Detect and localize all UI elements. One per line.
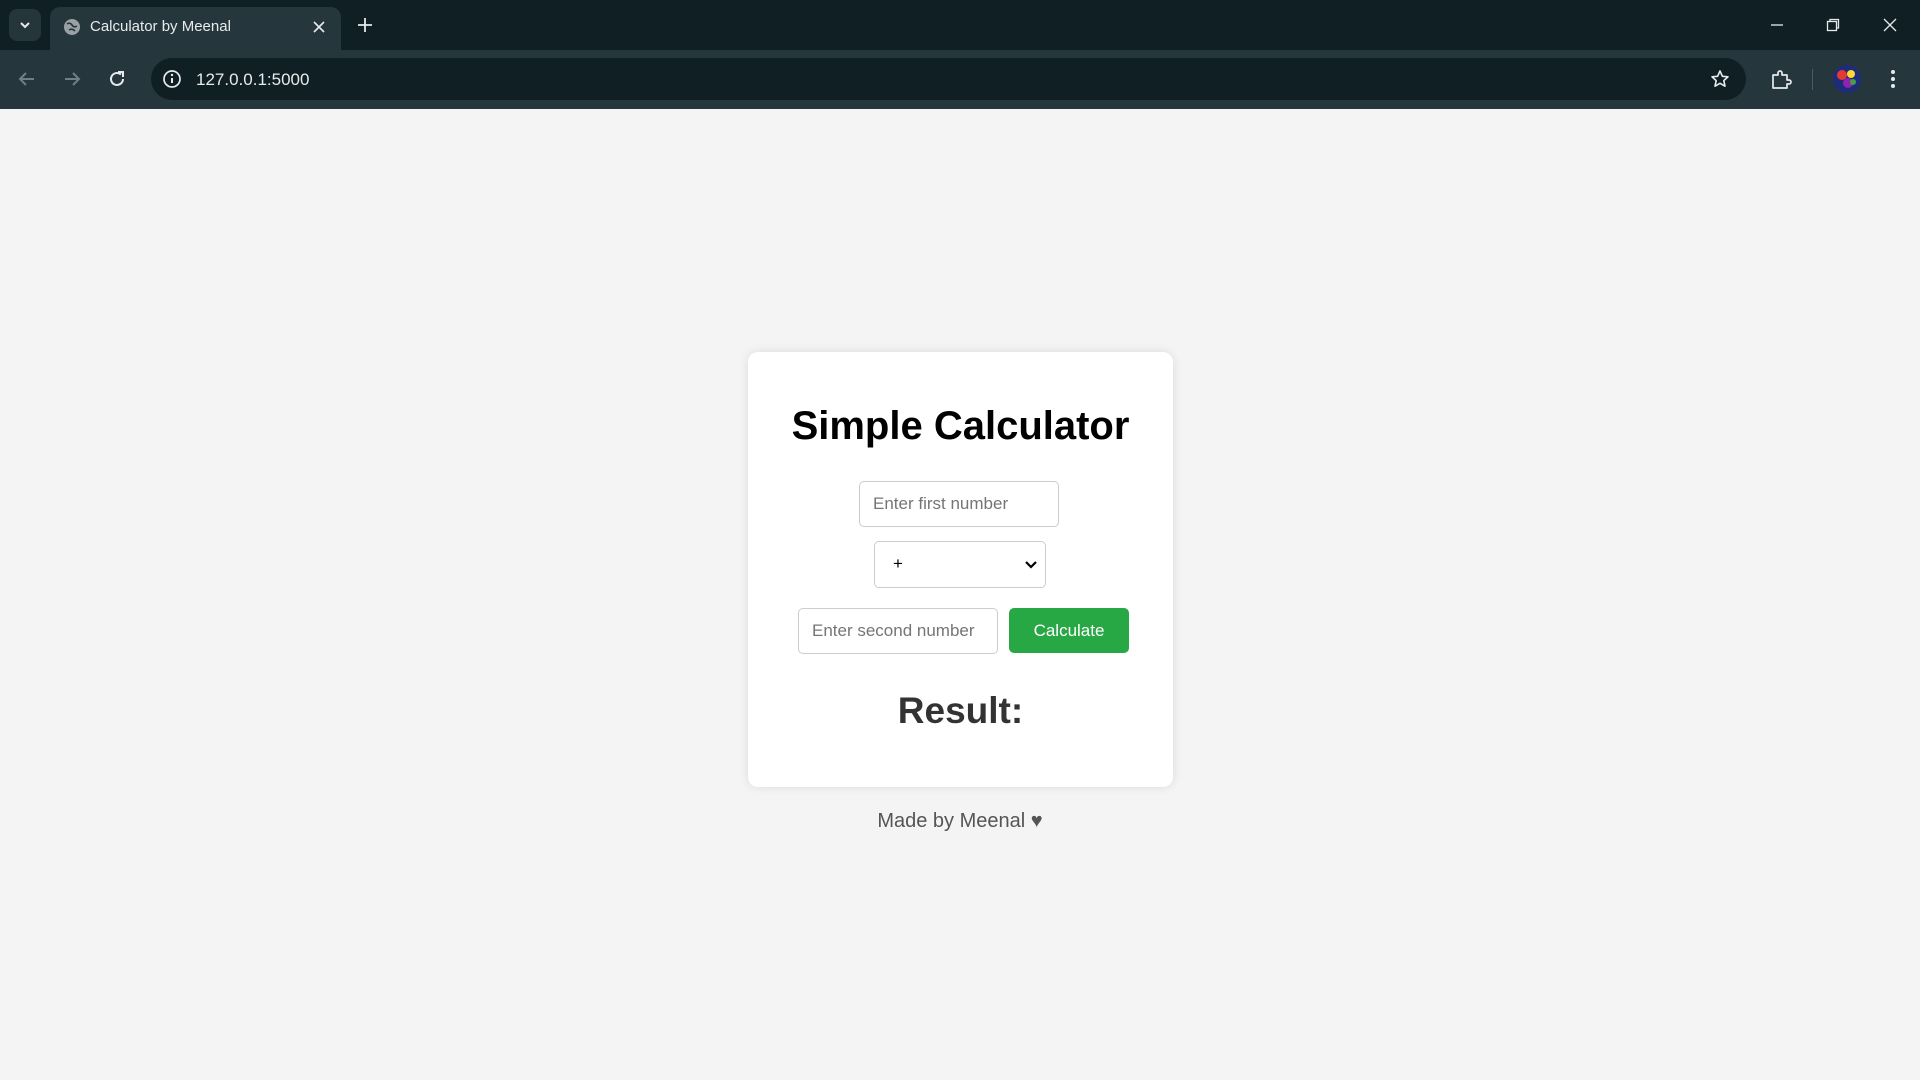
arrow-right-icon bbox=[65, 72, 81, 86]
puzzle-icon bbox=[1772, 70, 1792, 89]
reload-button[interactable] bbox=[102, 64, 132, 94]
close-icon bbox=[313, 21, 325, 33]
bookmark-star-icon[interactable] bbox=[1708, 67, 1732, 91]
minimize-button[interactable] bbox=[1757, 8, 1797, 42]
profile-avatar[interactable] bbox=[1833, 65, 1861, 93]
arrow-left-icon bbox=[18, 72, 34, 86]
tab-search-button[interactable] bbox=[9, 9, 41, 41]
restore-icon bbox=[1826, 18, 1840, 32]
chevron-down-icon bbox=[20, 22, 30, 29]
close-icon bbox=[1883, 18, 1897, 32]
footer-credit: Made by Meenal ♥ bbox=[877, 810, 1043, 832]
extensions-button[interactable] bbox=[1766, 64, 1796, 94]
tab-bar: Calculator by Meenal bbox=[0, 0, 1920, 50]
plus-icon bbox=[358, 18, 372, 32]
restore-button[interactable] bbox=[1813, 8, 1853, 42]
menu-button[interactable] bbox=[1878, 64, 1908, 94]
calculate-button[interactable]: Calculate bbox=[1009, 608, 1129, 653]
browser-tab[interactable]: Calculator by Meenal bbox=[50, 7, 341, 50]
second-number-input[interactable] bbox=[798, 608, 998, 654]
address-bar[interactable]: 127.0.0.1:5000 bbox=[151, 58, 1746, 100]
result-label: Result: bbox=[897, 690, 1024, 731]
browser-toolbar: 127.0.0.1:5000 bbox=[0, 50, 1920, 109]
tab-title: Calculator by Meenal bbox=[90, 18, 231, 35]
operation-select[interactable]: + bbox=[874, 541, 1046, 588]
page-title: Simple Calculator bbox=[791, 404, 1130, 448]
operation-selected-value: + bbox=[893, 554, 903, 573]
first-number-input[interactable] bbox=[859, 481, 1059, 527]
back-button[interactable] bbox=[12, 64, 42, 94]
tab-close-button[interactable] bbox=[309, 17, 329, 37]
minimize-icon bbox=[1771, 24, 1783, 26]
new-tab-button[interactable] bbox=[352, 12, 378, 38]
chevron-down-icon bbox=[1025, 561, 1037, 569]
url-text: 127.0.0.1:5000 bbox=[196, 70, 310, 89]
more-vert-icon bbox=[1891, 70, 1895, 88]
close-window-button[interactable] bbox=[1870, 8, 1910, 42]
globe-icon bbox=[64, 19, 80, 35]
forward-button[interactable] bbox=[57, 64, 87, 94]
calculator-card: Simple Calculator + Calculate Result: bbox=[748, 352, 1173, 787]
reload-icon bbox=[110, 71, 124, 86]
toolbar-divider bbox=[1812, 69, 1813, 90]
info-icon[interactable] bbox=[161, 68, 183, 90]
